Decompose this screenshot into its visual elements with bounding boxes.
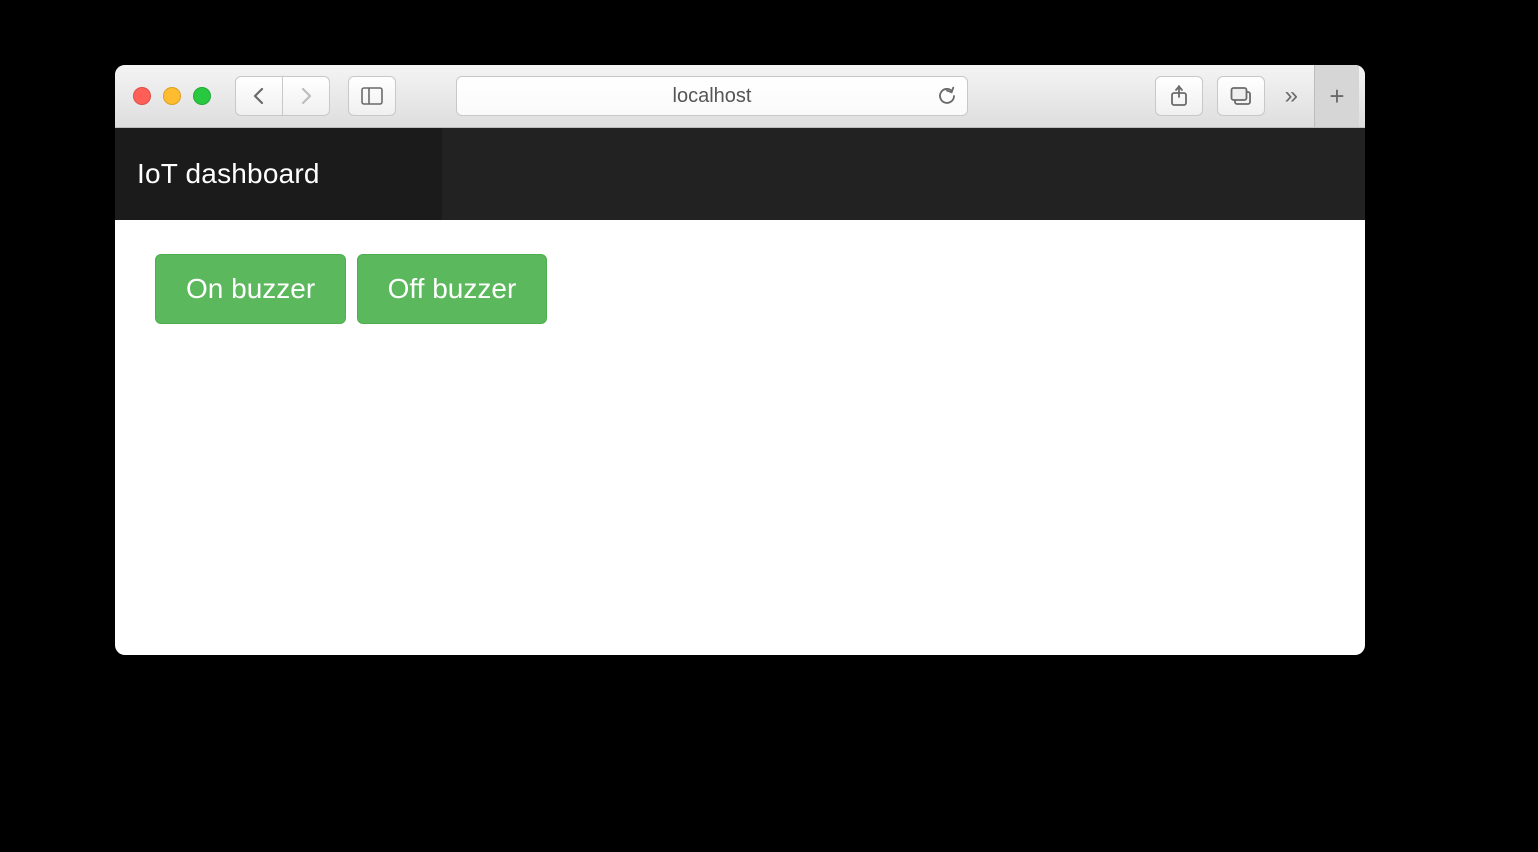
page-body: On buzzer Off buzzer [115,220,1365,358]
on-buzzer-label: On buzzer [186,273,315,305]
show-tabs-button[interactable] [1217,76,1265,116]
share-button[interactable] [1155,76,1203,116]
nav-back-forward [235,76,330,116]
app-brand-label: IoT dashboard [137,158,320,190]
tabs-icon [1230,86,1252,106]
chevron-right-icon [299,87,313,105]
toolbar-right-cluster: » + [1155,65,1365,127]
reload-icon [937,86,957,106]
window-controls [133,87,211,105]
toolbar-overflow-button[interactable]: » [1279,82,1300,110]
back-button[interactable] [235,76,283,116]
forward-button[interactable] [283,76,330,116]
plus-icon: + [1329,81,1344,112]
address-bar-text: localhost [673,85,752,108]
on-buzzer-button[interactable]: On buzzer [155,254,346,324]
chevron-left-icon [252,87,266,105]
app-brand[interactable]: IoT dashboard [115,128,442,220]
off-buzzer-label: Off buzzer [388,273,517,305]
app-navbar: IoT dashboard [115,128,1365,220]
new-tab-button[interactable]: + [1314,65,1359,127]
minimize-window-button[interactable] [163,87,181,105]
chevron-double-right-icon: » [1285,82,1294,109]
show-sidebar-button[interactable] [348,76,396,116]
off-buzzer-button[interactable]: Off buzzer [357,254,548,324]
maximize-window-button[interactable] [193,87,211,105]
address-bar[interactable]: localhost [456,76,968,116]
titlebar: localhost [115,65,1365,128]
share-icon [1169,85,1189,107]
close-window-button[interactable] [133,87,151,105]
reload-button[interactable] [937,86,957,106]
sidebar-icon [361,87,383,105]
browser-window: localhost [115,65,1365,655]
